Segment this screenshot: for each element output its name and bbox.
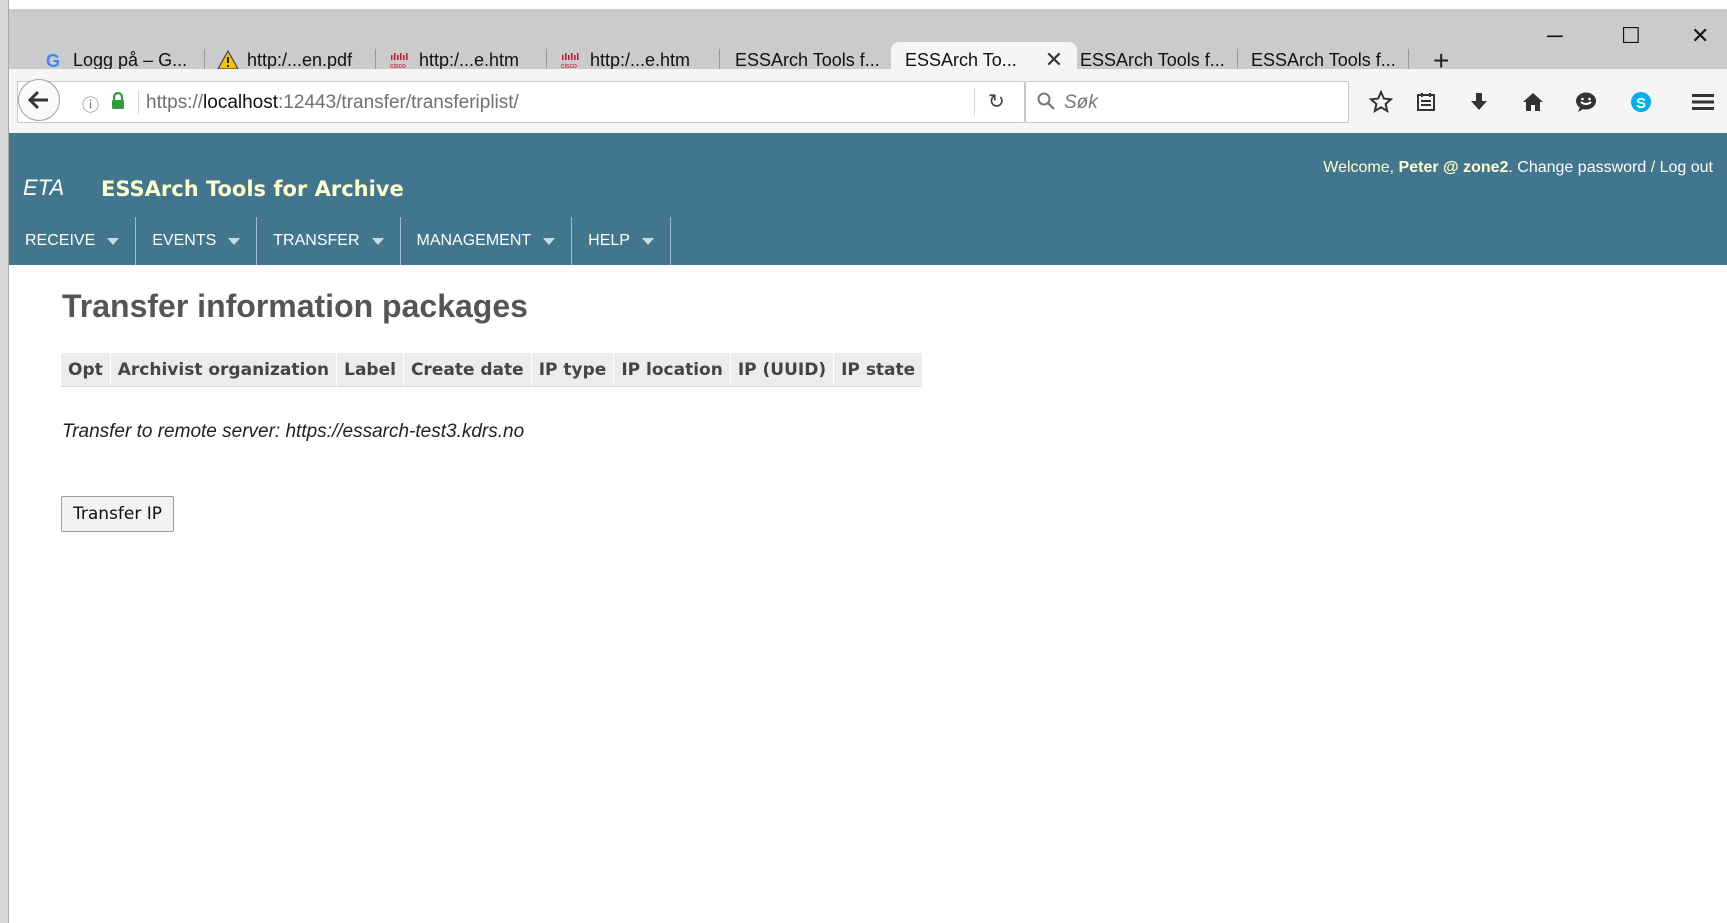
search-bar[interactable]: Søk: [1025, 81, 1349, 123]
page-title: Transfer information packages: [62, 288, 528, 324]
url-path: :12443/transfer/transferiplist/: [278, 92, 519, 113]
tab-label: ESSArch Tools f...: [735, 49, 880, 70]
ip-table: Opt Archivist organization Label Create …: [61, 353, 923, 387]
download-icon[interactable]: [1466, 89, 1492, 115]
tab-strip: G Logg på – G... http:/...en.pdf cisco h…: [9, 9, 1727, 78]
tab-label: http:/...e.htm: [419, 49, 520, 70]
link-separator: /: [1646, 159, 1660, 176]
tab-label: http:/...e.htm: [590, 49, 691, 70]
menu-hamburger-icon[interactable]: [1690, 89, 1716, 115]
welcome-text: Welcome,: [1323, 159, 1399, 176]
url-scheme: https://: [146, 92, 204, 113]
search-icon: [1036, 91, 1056, 116]
url-divider: [138, 90, 139, 114]
column-header-ip-location[interactable]: IP location: [613, 353, 731, 387]
brand-short[interactable]: ETA: [23, 175, 64, 201]
menu-label: RECEIVE: [25, 232, 96, 249]
column-header-ip-uuid[interactable]: IP (UUID): [730, 353, 835, 387]
caret-down-icon: [641, 237, 654, 245]
column-header-create-date[interactable]: Create date: [403, 353, 532, 387]
menu-events[interactable]: EVENTS: [136, 217, 258, 265]
skype-icon[interactable]: S: [1628, 89, 1654, 115]
close-window-icon[interactable]: ✕: [1691, 23, 1709, 49]
reload-icon[interactable]: ↻: [988, 89, 1005, 114]
info-icon[interactable]: ⓘ: [82, 91, 99, 116]
url-text[interactable]: https://localhost:12443/transfer/transfe…: [146, 92, 519, 114]
column-header-archivist-organization[interactable]: Archivist organization: [110, 353, 338, 387]
reading-list-icon[interactable]: [1413, 89, 1439, 115]
bookmark-star-icon[interactable]: [1368, 89, 1394, 115]
caret-down-icon: [228, 237, 241, 245]
menu-receive[interactable]: RECEIVE: [9, 217, 137, 265]
menu-label: MANAGEMENT: [416, 232, 532, 249]
column-header-ip-state[interactable]: IP state: [833, 353, 923, 387]
browser-window: G Logg på – G... http:/...en.pdf cisco h…: [0, 0, 1727, 923]
warning-icon: [217, 49, 239, 71]
cisco-icon: cisco: [389, 49, 411, 71]
home-icon[interactable]: [1520, 89, 1546, 115]
maximize-icon[interactable]: ☐: [1621, 23, 1641, 49]
search-placeholder: Søk: [1064, 92, 1098, 113]
back-arrow-icon: [28, 90, 48, 110]
menu-label: HELP: [588, 232, 630, 249]
user-bar: Welcome, Peter @ zone2. Change password …: [1323, 159, 1713, 177]
url-bar[interactable]: ⓘ https://localhost:12443/transfer/trans…: [17, 81, 1025, 123]
main-menu: RECEIVE EVENTS TRANSFER MANAGEMENT HELP: [9, 217, 671, 265]
menu-transfer[interactable]: TRANSFER: [257, 217, 401, 265]
tab-label: ESSArch Tools f...: [1080, 49, 1225, 70]
menu-management[interactable]: MANAGEMENT: [400, 217, 573, 265]
back-button[interactable]: [18, 79, 60, 121]
tab-label: http:/...en.pdf: [247, 49, 353, 70]
svg-text:G: G: [46, 51, 60, 70]
column-header-ip-type[interactable]: IP type: [531, 353, 615, 387]
tab-label: ESSArch Tools f...: [1251, 49, 1396, 70]
remote-server-note: Transfer to remote server: https://essar…: [62, 421, 525, 442]
lock-icon[interactable]: [110, 91, 126, 116]
caret-down-icon: [371, 237, 384, 245]
brand-title[interactable]: ESSArch Tools for Archive: [101, 177, 404, 201]
navigation-bar: ⓘ https://localhost:12443/transfer/trans…: [9, 69, 1727, 134]
change-password-link[interactable]: . Change password: [1508, 159, 1646, 176]
menu-label: EVENTS: [152, 232, 217, 249]
logout-link[interactable]: Log out: [1660, 159, 1713, 176]
url-host: localhost: [203, 92, 279, 113]
transfer-ip-button[interactable]: Transfer IP: [61, 496, 175, 532]
column-header-opt[interactable]: Opt: [61, 353, 111, 387]
chat-icon[interactable]: [1573, 89, 1599, 115]
menu-help[interactable]: HELP: [572, 217, 671, 265]
user-name: Peter @ zone2: [1398, 159, 1509, 176]
tab-label: Logg på – G...: [73, 49, 188, 70]
minimize-icon[interactable]: ─: [1547, 23, 1563, 49]
google-icon: G: [43, 49, 65, 71]
caret-down-icon: [543, 237, 556, 245]
window-edge: [0, 0, 8, 923]
table-header-row: Opt Archivist organization Label Create …: [61, 353, 923, 387]
menu-label: TRANSFER: [273, 232, 360, 249]
reload-divider: [974, 88, 975, 116]
cisco-icon: cisco: [560, 49, 582, 71]
app-header: ETA ESSArch Tools for Archive Welcome, P…: [9, 133, 1727, 265]
svg-text:S: S: [1636, 95, 1646, 112]
caret-down-icon: [107, 237, 120, 245]
tab-label: ESSArch To...: [905, 49, 1017, 70]
column-header-label[interactable]: Label: [336, 353, 404, 387]
